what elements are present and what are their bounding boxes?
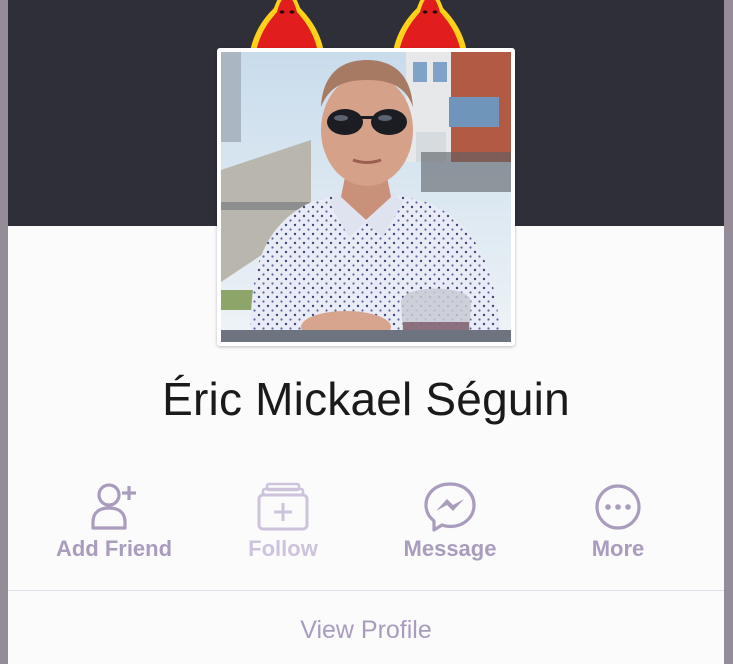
- more-button[interactable]: More: [533, 478, 703, 568]
- message-button[interactable]: Message: [365, 478, 535, 568]
- add-friend-button[interactable]: Add Friend: [29, 478, 199, 568]
- hooded-figure-right-icon: [393, 0, 467, 52]
- message-label: Message: [403, 536, 497, 561]
- add-friend-icon: [91, 483, 136, 530]
- profile-photo: [221, 52, 511, 342]
- profile-actions: Add Friend Follow Message More: [8, 478, 724, 568]
- more-icon: [595, 484, 641, 530]
- popup-frame: Éric Mickael Séguin Add Friend Follow Me…: [0, 0, 733, 664]
- profile-card: Éric Mickael Séguin Add Friend Follow Me…: [8, 0, 724, 664]
- profile-avatar[interactable]: [217, 48, 515, 346]
- profile-name: Éric Mickael Séguin: [162, 373, 570, 425]
- divider: [8, 590, 724, 591]
- follow-label: Follow: [248, 536, 318, 561]
- view-profile-link[interactable]: View Profile: [8, 596, 724, 664]
- hooded-figure-left-icon: [250, 0, 324, 52]
- add-friend-label: Add Friend: [55, 536, 173, 561]
- follow-icon: [257, 482, 309, 531]
- follow-button[interactable]: Follow: [198, 478, 368, 568]
- messenger-icon: [424, 482, 476, 532]
- profile-photo-icon: [221, 52, 511, 342]
- more-label: More: [591, 536, 645, 561]
